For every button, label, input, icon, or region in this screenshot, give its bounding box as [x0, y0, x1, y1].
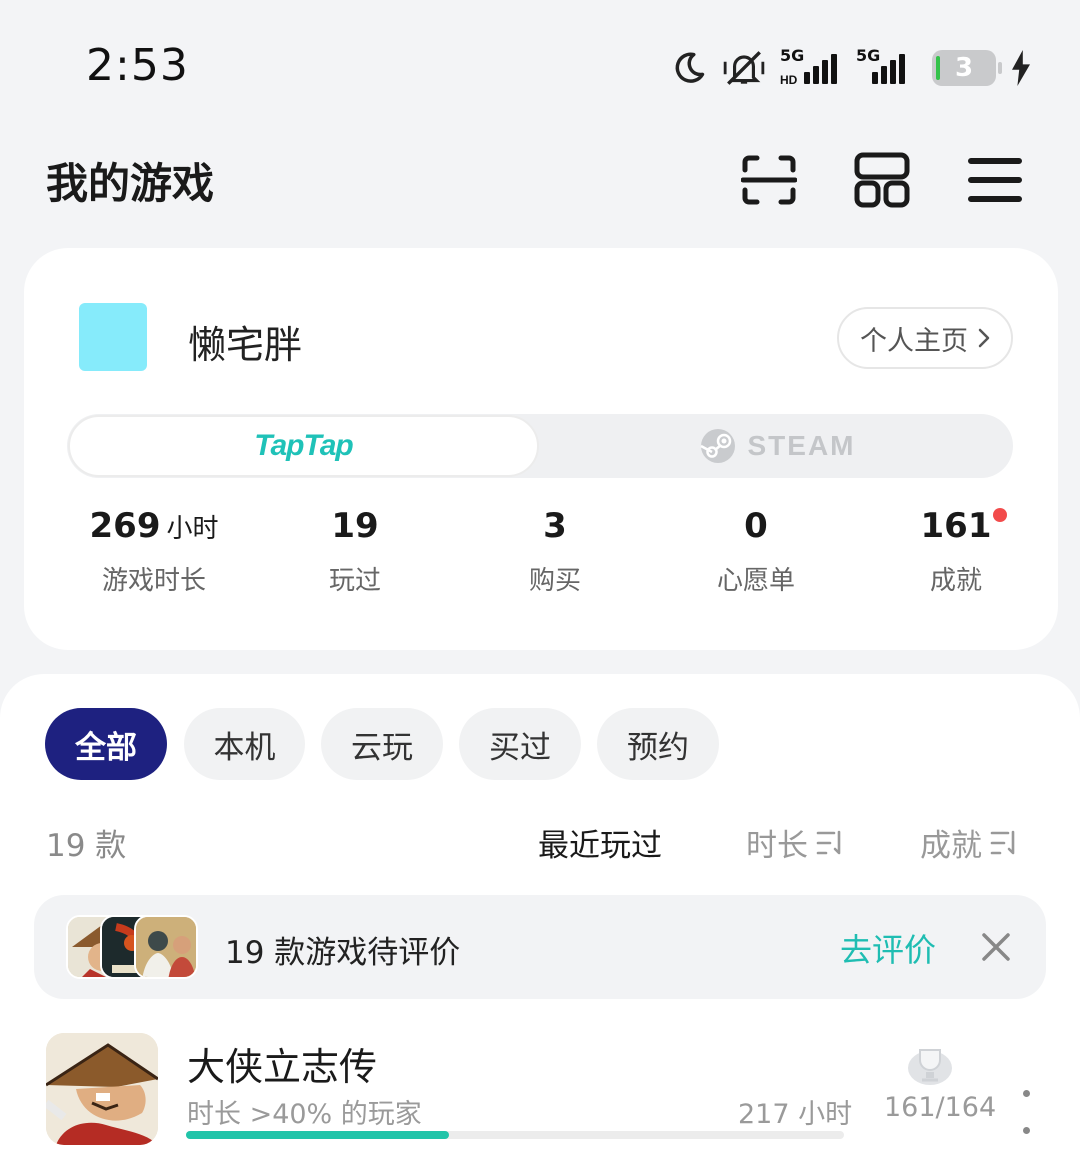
stat-number: 0	[744, 506, 768, 546]
steam-logo-icon	[699, 429, 735, 463]
platform-switch: TapTap STEAM	[67, 414, 1013, 478]
grid-view-icon	[854, 152, 910, 208]
profile-card: 懒宅胖 个人主页 TapTap STEAM 269 小时 游戏时长 19 玩过 3…	[24, 248, 1058, 650]
signal-bars-icon: HD	[780, 54, 837, 87]
svg-text:HD: HD	[780, 73, 798, 87]
sort-icon	[816, 830, 841, 854]
stat-playtime[interactable]: 269 小时 游戏时长	[54, 506, 254, 597]
playtime-progress-track	[186, 1131, 844, 1139]
scan-button[interactable]	[737, 148, 801, 212]
scan-icon	[741, 155, 797, 205]
stat-achievements[interactable]: 161 成就	[856, 506, 1056, 597]
signal-bars-icon	[872, 54, 905, 84]
sort-duration-label: 时长	[746, 828, 808, 864]
sort-icon	[990, 830, 1015, 854]
menu-button[interactable]	[963, 148, 1027, 212]
game-list-item[interactable]: 大侠立志传 时长 >40% 的玩家 217 小时 161/164	[0, 1020, 1080, 1165]
stat-label: 成就	[929, 566, 982, 596]
game-hours: 217 小时	[738, 1099, 853, 1130]
sort-recent[interactable]: 最近玩过	[538, 820, 662, 865]
username: 懒宅胖	[188, 323, 303, 367]
dot-icon	[1022, 1090, 1030, 1097]
status-time: 2:53	[86, 40, 189, 91]
moon-icon	[675, 52, 705, 83]
game-thumbnail	[134, 915, 198, 979]
stat-number: 269	[89, 506, 161, 546]
game-art-icon	[136, 917, 196, 977]
signal-1: 5G HD	[780, 48, 842, 88]
playtime-progress-fill	[186, 1131, 450, 1139]
close-banner-button[interactable]	[978, 929, 1014, 965]
page-title: 我的游戏	[46, 159, 215, 208]
mute-bell-icon	[723, 51, 765, 85]
review-prompt: 19 款游戏待评价	[225, 935, 461, 971]
tab-taptap[interactable]: TapTap	[68, 415, 539, 477]
stat-number: 3	[543, 506, 567, 546]
stat-label: 玩过	[328, 566, 381, 596]
game-count: 19 款	[46, 828, 127, 864]
stat-value: 161	[920, 506, 1008, 546]
notification-dot	[993, 508, 1008, 522]
profile-page-label: 个人主页	[860, 325, 968, 357]
chevron-right-icon	[978, 328, 990, 348]
stat-wishlist[interactable]: 0 心愿单	[656, 506, 856, 597]
filter-local[interactable]: 本机	[184, 708, 305, 780]
signal-2: 5G	[856, 48, 918, 88]
sort-recent-label: 最近玩过	[538, 828, 662, 864]
filter-all[interactable]: 全部	[45, 708, 167, 780]
avatar[interactable]	[79, 303, 147, 371]
dot-icon	[1022, 1127, 1030, 1134]
game-title: 大侠立志传	[187, 1045, 378, 1089]
grid-view-button[interactable]	[850, 148, 914, 212]
stat-number: 161	[920, 506, 992, 546]
stat-purchased[interactable]: 3 购买	[455, 506, 655, 597]
battery-indicator: 3	[932, 50, 1002, 86]
stat-label: 心愿单	[716, 566, 795, 596]
review-banner[interactable]: 19 款游戏待评价 去评价	[34, 895, 1046, 999]
more-options-button[interactable]	[1012, 1090, 1040, 1134]
sort-achievements-label: 成就	[920, 828, 982, 864]
tab-steam[interactable]: STEAM	[542, 414, 1013, 478]
game-art-icon	[46, 1033, 158, 1145]
game-icon	[46, 1033, 158, 1145]
game-subtitle: 时长 >40% 的玩家	[187, 1099, 422, 1130]
profile-page-button[interactable]: 个人主页	[837, 307, 1013, 369]
steam-label: STEAM	[747, 430, 856, 461]
status-icons: 5G HD 5G 3	[670, 44, 1032, 92]
status-bar: 2:53 5G HD 5G 3	[0, 0, 1080, 130]
stat-number: 19	[331, 506, 379, 546]
stat-played[interactable]: 19 玩过	[255, 506, 455, 597]
taptap-logo: TapTap	[254, 429, 353, 462]
achievement-count: 161/164	[884, 1092, 997, 1123]
filter-bought[interactable]: 买过	[459, 708, 581, 780]
sort-achievements[interactable]: 成就	[920, 820, 1018, 865]
stats-row: 269 小时 游戏时长 19 玩过 3 购买 0 心愿单 161 成就	[24, 506, 1058, 606]
close-icon	[982, 933, 1010, 961]
filter-cloud[interactable]: 云玩	[321, 708, 443, 780]
menu-icon	[968, 158, 1022, 202]
stat-unit: 小时	[166, 514, 219, 544]
stat-label: 游戏时长	[101, 566, 206, 596]
sort-duration[interactable]: 时长	[746, 820, 844, 865]
go-review-button[interactable]: 去评价	[840, 925, 936, 971]
trophy-icon	[908, 1049, 952, 1085]
filter-reserved[interactable]: 预约	[597, 708, 719, 780]
stat-label: 购买	[528, 566, 581, 596]
charging-icon	[1012, 50, 1030, 86]
stat-value: 269 小时	[90, 506, 219, 546]
